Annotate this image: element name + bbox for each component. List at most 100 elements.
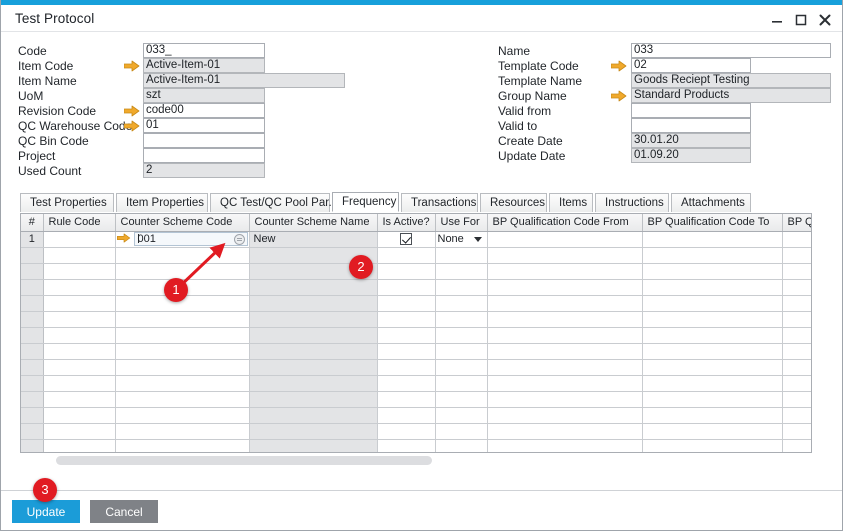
empty-cell[interactable] bbox=[115, 423, 249, 439]
empty-cell[interactable] bbox=[43, 263, 115, 279]
empty-cell[interactable] bbox=[43, 423, 115, 439]
empty-cell[interactable] bbox=[642, 263, 782, 279]
column-header[interactable]: BP Qualification Code From bbox=[487, 214, 642, 231]
empty-cell[interactable] bbox=[487, 343, 642, 359]
horizontal-scrollbar[interactable] bbox=[20, 456, 812, 465]
empty-cell[interactable] bbox=[249, 375, 377, 391]
empty-cell[interactable] bbox=[435, 439, 487, 453]
empty-cell[interactable] bbox=[21, 375, 43, 391]
empty-cell[interactable] bbox=[21, 327, 43, 343]
empty-cell[interactable] bbox=[487, 359, 642, 375]
empty-cell[interactable] bbox=[115, 407, 249, 423]
empty-cell[interactable] bbox=[487, 407, 642, 423]
empty-cell[interactable] bbox=[21, 247, 43, 263]
empty-cell[interactable] bbox=[115, 375, 249, 391]
rule-code-cell[interactable] bbox=[43, 231, 115, 247]
empty-cell[interactable] bbox=[377, 279, 435, 295]
minimize-icon[interactable] bbox=[766, 10, 788, 30]
empty-cell[interactable] bbox=[115, 439, 249, 453]
empty-cell[interactable] bbox=[43, 311, 115, 327]
column-header[interactable]: Counter Scheme Name bbox=[249, 214, 377, 231]
empty-cell[interactable] bbox=[21, 407, 43, 423]
bp-qualification-code-to-cell[interactable] bbox=[642, 231, 782, 247]
tab-attachments[interactable]: Attachments bbox=[671, 193, 751, 212]
empty-cell[interactable] bbox=[487, 423, 642, 439]
tab-transactions[interactable]: Transactions bbox=[401, 193, 478, 212]
tab-items[interactable]: Items bbox=[549, 193, 593, 212]
empty-cell[interactable] bbox=[21, 391, 43, 407]
empty-cell[interactable] bbox=[435, 327, 487, 343]
empty-cell[interactable] bbox=[642, 295, 782, 311]
empty-cell[interactable] bbox=[435, 407, 487, 423]
empty-cell[interactable] bbox=[435, 423, 487, 439]
empty-cell[interactable] bbox=[249, 391, 377, 407]
empty-cell[interactable] bbox=[249, 311, 377, 327]
update-button[interactable]: Update bbox=[12, 500, 80, 523]
table-row[interactable] bbox=[21, 391, 812, 407]
empty-cell[interactable] bbox=[782, 279, 812, 295]
column-header[interactable]: Use For bbox=[435, 214, 487, 231]
empty-cell[interactable] bbox=[21, 295, 43, 311]
empty-cell[interactable] bbox=[249, 439, 377, 453]
empty-cell[interactable] bbox=[487, 279, 642, 295]
link-arrow-icon[interactable] bbox=[117, 233, 131, 246]
field-input[interactable]: 01 bbox=[143, 118, 265, 133]
field-input[interactable] bbox=[631, 118, 751, 133]
tab-item-properties[interactable]: Item Properties bbox=[116, 193, 208, 212]
empty-cell[interactable] bbox=[782, 343, 812, 359]
column-header[interactable]: Counter Scheme Code bbox=[115, 214, 249, 231]
empty-cell[interactable] bbox=[487, 327, 642, 343]
empty-cell[interactable] bbox=[21, 359, 43, 375]
table-row[interactable] bbox=[21, 295, 812, 311]
empty-cell[interactable] bbox=[43, 327, 115, 343]
column-header[interactable]: Is Active? bbox=[377, 214, 435, 231]
column-header[interactable]: Rule Code bbox=[43, 214, 115, 231]
field-input[interactable] bbox=[631, 103, 751, 118]
empty-cell[interactable] bbox=[377, 247, 435, 263]
empty-cell[interactable] bbox=[487, 391, 642, 407]
field-input[interactable]: 02 bbox=[631, 58, 751, 73]
column-header[interactable]: BP Qualification Code To bbox=[642, 214, 782, 231]
empty-cell[interactable] bbox=[782, 439, 812, 453]
use-for-cell[interactable]: None bbox=[435, 231, 487, 247]
tab-instructions[interactable]: Instructions bbox=[595, 193, 669, 212]
empty-cell[interactable] bbox=[487, 311, 642, 327]
empty-cell[interactable] bbox=[43, 343, 115, 359]
empty-cell[interactable] bbox=[377, 423, 435, 439]
empty-cell[interactable] bbox=[487, 375, 642, 391]
table-row[interactable]: 1001NewNone bbox=[21, 231, 812, 247]
empty-cell[interactable] bbox=[377, 375, 435, 391]
table-row[interactable] bbox=[21, 375, 812, 391]
table-row[interactable] bbox=[21, 263, 812, 279]
empty-cell[interactable] bbox=[435, 295, 487, 311]
empty-cell[interactable] bbox=[43, 391, 115, 407]
close-icon[interactable] bbox=[814, 10, 836, 30]
empty-cell[interactable] bbox=[782, 423, 812, 439]
table-row[interactable] bbox=[21, 311, 812, 327]
empty-cell[interactable] bbox=[249, 279, 377, 295]
empty-cell[interactable] bbox=[435, 391, 487, 407]
empty-cell[interactable] bbox=[642, 391, 782, 407]
is-active-checkbox[interactable] bbox=[400, 233, 412, 245]
bp-qualification-code-from-cell[interactable] bbox=[487, 231, 642, 247]
empty-cell[interactable] bbox=[642, 439, 782, 453]
link-arrow-icon[interactable] bbox=[124, 120, 140, 132]
empty-cell[interactable] bbox=[782, 295, 812, 311]
empty-cell[interactable] bbox=[115, 391, 249, 407]
empty-cell[interactable] bbox=[115, 359, 249, 375]
empty-cell[interactable] bbox=[43, 407, 115, 423]
link-arrow-icon[interactable] bbox=[124, 105, 140, 117]
column-header[interactable]: # bbox=[21, 214, 43, 231]
empty-cell[interactable] bbox=[487, 263, 642, 279]
table-row[interactable] bbox=[21, 423, 812, 439]
empty-cell[interactable] bbox=[43, 359, 115, 375]
link-arrow-icon[interactable] bbox=[611, 90, 627, 102]
empty-cell[interactable] bbox=[21, 423, 43, 439]
empty-cell[interactable] bbox=[782, 407, 812, 423]
empty-cell[interactable] bbox=[642, 279, 782, 295]
empty-cell[interactable] bbox=[435, 375, 487, 391]
empty-cell[interactable] bbox=[435, 343, 487, 359]
empty-cell[interactable] bbox=[782, 247, 812, 263]
empty-cell[interactable] bbox=[642, 359, 782, 375]
is-active-cell[interactable] bbox=[377, 231, 435, 247]
